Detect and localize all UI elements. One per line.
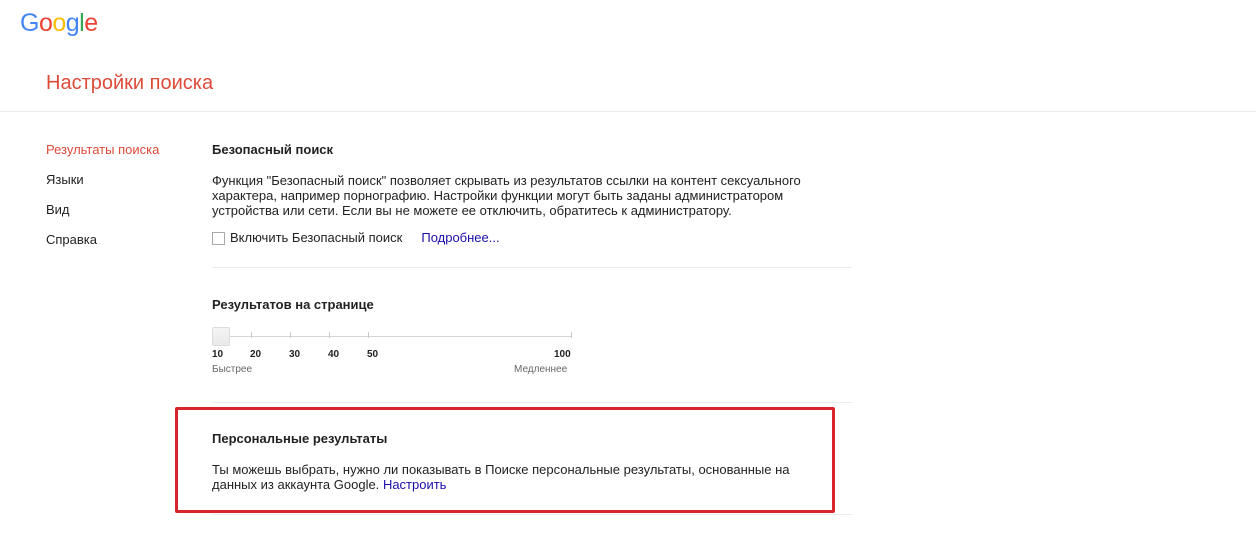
safe-search-option: Включить Безопасный поиск Подробнее...	[212, 230, 500, 246]
safe-search-description: Функция "Безопасный поиск" позволяет скр…	[212, 173, 801, 218]
tick-label: 20	[250, 349, 262, 360]
slider-tick	[329, 332, 330, 338]
sidebar: Результаты поиска Языки Вид Справка	[46, 141, 196, 261]
slider-handle[interactable]	[212, 327, 230, 346]
safe-search-checkbox[interactable]	[212, 231, 225, 245]
results-per-page-title: Результатов на странице	[212, 297, 374, 312]
logo-letter: e	[84, 9, 98, 37]
tick-label: 10	[212, 349, 224, 360]
slider-tick	[368, 332, 369, 338]
tick-label: 100	[554, 349, 571, 360]
slider-track[interactable]	[212, 336, 572, 337]
results-per-page-slider[interactable]	[212, 326, 572, 348]
logo-letter: g	[65, 9, 80, 37]
slider-tick	[251, 332, 252, 338]
highlight-annotation-box	[175, 407, 835, 513]
faster-label: Быстрее	[212, 364, 253, 375]
page-title: Настройки поиска	[46, 72, 214, 94]
logo-letter: o	[52, 9, 66, 37]
section-divider	[212, 267, 852, 268]
tick-label: 50	[367, 349, 379, 360]
google-logo[interactable]: Google	[20, 8, 98, 38]
slider-tick	[571, 332, 572, 338]
sidebar-item-help[interactable]: Справка	[46, 231, 196, 248]
safe-search-checkbox-label[interactable]: Включить Безопасный поиск	[230, 230, 402, 246]
logo-letter: o	[38, 9, 53, 37]
sidebar-item-languages[interactable]: Языки	[46, 171, 196, 188]
sidebar-item-appearance[interactable]: Вид	[46, 201, 196, 218]
search-settings-page: Google Настройки поиска Результаты поиск…	[0, 0, 1256, 543]
tick-label: 40	[328, 349, 340, 360]
logo-letter: G	[20, 9, 39, 37]
safe-search-more-link[interactable]: Подробнее...	[421, 230, 499, 246]
section-divider	[212, 514, 852, 515]
section-divider	[212, 402, 852, 403]
slider-tick	[290, 332, 291, 338]
tick-label: 30	[289, 349, 301, 360]
safe-search-title: Безопасный поиск	[212, 142, 334, 157]
header-divider	[0, 111, 1256, 112]
sidebar-item-search-results[interactable]: Результаты поиска	[46, 141, 196, 158]
slower-label: Медленнее	[514, 364, 568, 375]
